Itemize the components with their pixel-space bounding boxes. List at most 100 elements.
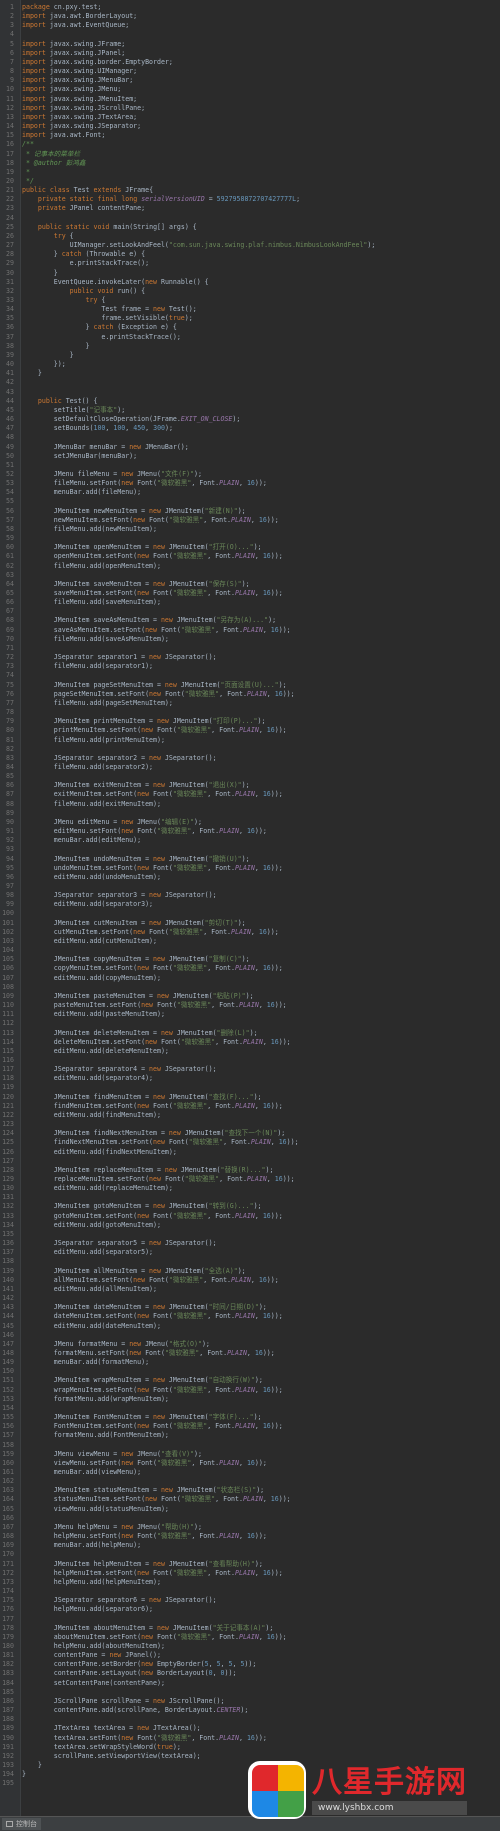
code-text[interactable]: wrapMenuItem.setFont(new Font("微软雅黑", Fo… — [22, 1386, 283, 1395]
code-text[interactable]: saveAsMenuItem.setFont(new Font("微软雅黑", … — [22, 626, 291, 635]
code-text[interactable]: JSeparator separator2 = new JSeparator()… — [22, 754, 217, 763]
code-text[interactable]: copyMenuItem.setFont(new Font("微软雅黑", Fo… — [22, 964, 283, 973]
code-text[interactable]: menuBar.add(formatMenu); — [22, 1358, 149, 1367]
code-text[interactable]: editMenu.add(gotoMenuItem); — [22, 1221, 161, 1230]
code-text[interactable]: JSeparator separator6 = new JSeparator()… — [22, 1596, 217, 1605]
code-text[interactable]: cutMenuItem.setFont(new Font("微软雅黑", Fon… — [22, 928, 279, 937]
code-text[interactable]: import javax.swing.JMenu; — [22, 85, 121, 94]
code-text[interactable]: JTextArea textArea = new JTextArea(); — [22, 1724, 201, 1733]
code-text[interactable]: replaceMenuItem.setFont(new Font("微软雅黑",… — [22, 1175, 295, 1184]
code-text[interactable]: editMenu.add(replaceMenuItem); — [22, 1184, 173, 1193]
code-text[interactable]: findNextMenuItem.setFont(new Font("微软雅黑"… — [22, 1138, 299, 1147]
code-text[interactable]: setJMenuBar(menuBar); — [22, 452, 137, 461]
code-text[interactable]: public Test() { — [22, 397, 98, 406]
code-text[interactable]: frame.setVisible(true); — [22, 314, 192, 323]
code-text[interactable]: helpMenu.add(separator6); — [22, 1605, 153, 1614]
code-text[interactable]: fileMenu.add(newMenuItem); — [22, 525, 157, 534]
code-text[interactable]: JMenu formatMenu = new JMenu("格式(O)"); — [22, 1340, 210, 1349]
code-text[interactable]: aboutMenuItem.setFont(new Font("微软雅黑", F… — [22, 1633, 287, 1642]
code-text[interactable]: JMenuItem cutMenuItem = new JMenuItem("剪… — [22, 919, 246, 928]
code-text[interactable]: JSeparator separator4 = new JSeparator()… — [22, 1065, 217, 1074]
code-text[interactable]: fileMenu.add(separator2); — [22, 763, 153, 772]
code-text[interactable]: JMenuItem findNextMenuItem = new JMenuIt… — [22, 1129, 286, 1138]
code-text[interactable]: scrollPane.setViewportView(textArea); — [22, 1752, 201, 1761]
code-text[interactable]: fileMenu.add(separator1); — [22, 662, 153, 671]
code-text[interactable]: JMenuItem findMenuItem = new JMenuItem("… — [22, 1093, 262, 1102]
code-text[interactable]: * 记事本的菜单栏 — [22, 150, 80, 159]
code-text[interactable]: viewMenu.setFont(new Font("微软雅黑", Font.P… — [22, 1459, 267, 1468]
code-text[interactable]: gotoMenuItem.setFont(new Font("微软雅黑", Fo… — [22, 1212, 283, 1221]
code-text[interactable]: setContentPane(contentPane); — [22, 1679, 165, 1688]
code-text[interactable]: } catch (Throwable e) { — [22, 250, 145, 259]
code-text[interactable]: setDefaultCloseOperation(JFrame.EXIT_ON_… — [22, 415, 241, 424]
code-text[interactable]: menuBar.add(fileMenu); — [22, 488, 141, 497]
code-text[interactable]: pageSetMenuItem.setFont(new Font("微软雅黑",… — [22, 690, 295, 699]
code-text[interactable]: try { — [22, 296, 106, 305]
code-text[interactable]: helpMenu.setFont(new Font("微软雅黑", Font.P… — [22, 1532, 267, 1541]
code-text[interactable]: JMenuItem helpMenuItem = new JMenuItem("… — [22, 1560, 263, 1569]
code-text[interactable]: helpMenu.add(aboutMenuItem); — [22, 1642, 165, 1651]
code-text[interactable]: UIManager.setLookAndFeel("com.sun.java.s… — [22, 241, 376, 250]
code-text[interactable]: editMenu.add(allMenuItem); — [22, 1285, 157, 1294]
code-text[interactable]: helpMenuItem.setFont(new Font("微软雅黑", Fo… — [22, 1569, 283, 1578]
code-text[interactable]: JMenuItem aboutMenuItem = new JMenuItem(… — [22, 1624, 274, 1633]
code-text[interactable]: package cn.pxy.test; — [22, 3, 101, 12]
code-text[interactable]: undoMenuItem.setFont(new Font("微软雅黑", Fo… — [22, 864, 283, 873]
code-text[interactable]: import javax.swing.JMenuBar; — [22, 76, 133, 85]
code-text[interactable]: JMenu helpMenu = new JMenu("帮助(H)"); — [22, 1523, 202, 1532]
code-text[interactable]: JMenuItem saveMenuItem = new JMenuItem("… — [22, 580, 250, 589]
code-text[interactable]: private JPanel contentPane; — [22, 204, 145, 213]
code-text[interactable]: */ — [22, 177, 34, 186]
code-text[interactable]: statusMenuItem.setFont(new Font("微软雅黑", … — [22, 1495, 291, 1504]
code-text[interactable]: saveMenuItem.setFont(new Font("微软雅黑", Fo… — [22, 589, 283, 598]
code-text[interactable]: public void run() { — [22, 287, 145, 296]
code-text[interactable]: * @author 彭鸿鑫 — [22, 159, 85, 168]
code-text[interactable]: import javax.swing.JScrollPane; — [22, 104, 145, 113]
code-text[interactable]: fileMenu.add(printMenuItem); — [22, 736, 165, 745]
code-text[interactable]: import javax.swing.JTextArea; — [22, 113, 137, 122]
code-text[interactable]: setTitle("记事本"); — [22, 406, 125, 415]
code-text[interactable]: editMenu.add(findMenuItem); — [22, 1111, 161, 1120]
code-text[interactable]: EventQueue.invokeLater(new Runnable() { — [22, 278, 209, 287]
code-text[interactable]: editMenu.add(findNextMenuItem); — [22, 1148, 177, 1157]
code-text[interactable]: editMenu.add(dateMenuItem); — [22, 1322, 161, 1331]
code-text[interactable]: openMenuItem.setFont(new Font("微软雅黑", Fo… — [22, 552, 283, 561]
code-text[interactable]: editMenu.setFont(new Font("微软雅黑", Font.P… — [22, 827, 267, 836]
code-text[interactable]: editMenu.add(separator5); — [22, 1248, 153, 1257]
code-text[interactable]: printMenuItem.setFont(new Font("微软雅黑", F… — [22, 726, 287, 735]
code-text[interactable]: menuBar.add(editMenu); — [22, 836, 141, 845]
code-text[interactable]: JMenuItem FontMenuItem = new JMenuItem("… — [22, 1413, 262, 1422]
code-text[interactable]: JMenuItem openMenuItem = new JMenuItem("… — [22, 543, 262, 552]
code-text[interactable]: fileMenu.add(saveMenuItem); — [22, 598, 161, 607]
code-text[interactable]: JMenuItem dateMenuItem = new JMenuItem("… — [22, 1303, 267, 1312]
code-text[interactable]: } — [22, 1761, 42, 1770]
code-text[interactable]: menuBar.add(viewMenu); — [22, 1468, 141, 1477]
code-text[interactable]: JSeparator separator5 = new JSeparator()… — [22, 1239, 217, 1248]
code-text[interactable]: public static void main(String[] args) { — [22, 223, 197, 232]
code-text[interactable]: import javax.swing.JSeparator; — [22, 122, 141, 131]
code-text[interactable]: fileMenu.add(openMenuItem); — [22, 562, 161, 571]
console-tab[interactable]: 控制台 — [2, 1818, 41, 1830]
code-text[interactable]: editMenu.add(pasteMenuItem); — [22, 1010, 165, 1019]
code-text[interactable]: JScrollPane scrollPane = new JScrollPane… — [22, 1697, 225, 1706]
code-text[interactable]: import java.awt.BorderLayout; — [22, 12, 137, 21]
code-text[interactable]: e.printStackTrace(); — [22, 259, 149, 268]
code-text[interactable]: fileMenu.setFont(new Font("微软雅黑", Font.P… — [22, 479, 267, 488]
code-text[interactable]: import javax.swing.border.EmptyBorder; — [22, 58, 173, 67]
code-text[interactable]: editMenu.add(cutMenuItem); — [22, 937, 157, 946]
code-text[interactable]: helpMenu.add(helpMenuItem); — [22, 1578, 161, 1587]
code-text[interactable]: import javax.swing.JMenuItem; — [22, 95, 137, 104]
code-text[interactable]: formatMenu.setFont(new Font("微软雅黑", Font… — [22, 1349, 275, 1358]
code-text[interactable]: newMenuItem.setFont(new Font("微软雅黑", Fon… — [22, 516, 279, 525]
code-text[interactable]: contentPane = new JPanel(); — [22, 1651, 161, 1660]
code-text[interactable]: } — [22, 342, 90, 351]
code-text[interactable]: private static final long serialVersionU… — [22, 195, 300, 204]
code-text[interactable]: JMenuItem deleteMenuItem = new JMenuItem… — [22, 1029, 258, 1038]
code-text[interactable]: fileMenu.add(pageSetMenuItem); — [22, 699, 173, 708]
code-text[interactable]: /** — [22, 140, 34, 149]
code-text[interactable]: JMenuItem replaceMenuItem = new JMenuIte… — [22, 1166, 274, 1175]
code-text[interactable]: import java.awt.EventQueue; — [22, 21, 129, 30]
code-text[interactable]: formatMenu.add(FontMenuItem); — [22, 1431, 169, 1440]
code-text[interactable]: textArea.setWrapStyleWord(true); — [22, 1743, 181, 1752]
code-text[interactable]: JMenuItem gotoMenuItem = new JMenuItem("… — [22, 1202, 262, 1211]
